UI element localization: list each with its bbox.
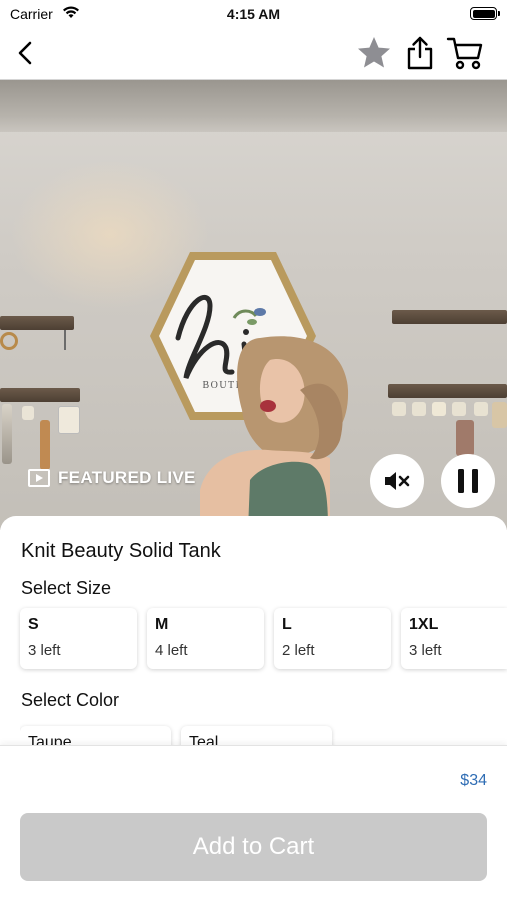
- featured-live-label: FEATURED LIVE: [58, 468, 196, 487]
- cart-icon[interactable]: [446, 36, 484, 70]
- size-name: L: [282, 616, 292, 633]
- jewelry-item: [474, 402, 488, 416]
- featured-live-badge: FEATURED LIVE: [28, 468, 196, 488]
- price-label: $34: [460, 772, 487, 789]
- share-icon[interactable]: [404, 35, 436, 71]
- product-title: Knit Beauty Solid Tank: [21, 540, 221, 562]
- jewelry-item: [22, 406, 34, 420]
- size-options: S 3 left M 4 left L 2 left 1XL 3 left: [20, 608, 507, 672]
- video-ceiling: [0, 80, 507, 132]
- size-name: 1XL: [409, 616, 439, 633]
- add-to-cart-button[interactable]: Add to Cart: [20, 813, 487, 881]
- battery-icon: [470, 7, 500, 20]
- jewelry-item: [0, 332, 18, 350]
- jewelry-item: [432, 402, 446, 416]
- jewelry-item: [456, 420, 474, 456]
- size-option-m[interactable]: M 4 left: [147, 608, 264, 669]
- size-option-l[interactable]: L 2 left: [274, 608, 391, 669]
- live-video[interactable]: BOUTIQUE FEATURED LIVE: [0, 80, 507, 530]
- size-option-1xl[interactable]: 1XL 3 left: [401, 608, 507, 669]
- jewelry-item: [58, 406, 80, 434]
- jewelry-item: [492, 402, 507, 428]
- size-stock: 3 left: [409, 642, 442, 659]
- jewelry-item: [40, 420, 50, 470]
- purchase-footer: $34 Add to Cart: [0, 745, 507, 900]
- size-name: M: [155, 616, 169, 633]
- jewelry-item: [392, 402, 406, 416]
- shelf-hook: [64, 330, 66, 350]
- size-name: S: [28, 616, 39, 633]
- size-option-s[interactable]: S 3 left: [20, 608, 137, 669]
- presenter: [200, 336, 349, 530]
- size-stock: 2 left: [282, 642, 315, 659]
- jewelry-item: [412, 402, 426, 416]
- pause-button[interactable]: [441, 454, 495, 508]
- size-stock: 4 left: [155, 642, 188, 659]
- status-bar: Carrier 4:15 AM: [0, 0, 507, 28]
- right-shelf-bottom: [388, 384, 507, 398]
- pause-icon: [458, 469, 478, 493]
- left-shelf-top: [0, 316, 74, 330]
- mute-icon: [385, 472, 410, 490]
- jewelry-item: [2, 404, 12, 464]
- mute-button[interactable]: [370, 454, 424, 508]
- left-shelf-bottom: [0, 388, 80, 402]
- select-color-label: Select Color: [21, 690, 120, 710]
- jewelry-item: [452, 402, 466, 416]
- nav-bar: [0, 28, 507, 80]
- chevron-left-icon[interactable]: [12, 38, 42, 68]
- size-stock: 3 left: [28, 642, 61, 659]
- select-size-label: Select Size: [21, 578, 112, 598]
- right-shelf-top: [392, 310, 507, 324]
- play-icon: [28, 469, 50, 487]
- star-icon[interactable]: [356, 35, 392, 71]
- clock: 4:15 AM: [226, 6, 281, 22]
